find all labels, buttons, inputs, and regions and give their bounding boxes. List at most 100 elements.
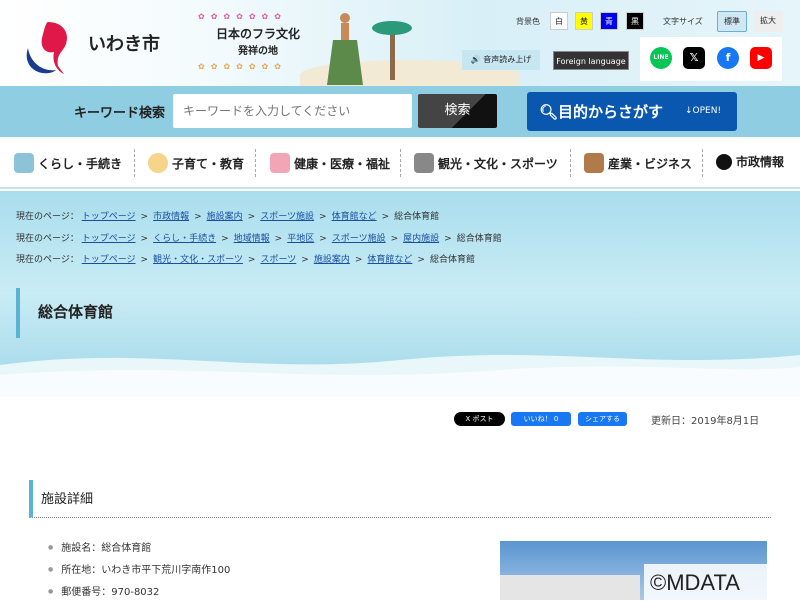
breadcrumb-link[interactable]: スポーツ — [260, 255, 296, 265]
breadcrumb-link[interactable]: 地域情報 — [234, 234, 270, 244]
breadcrumb-link[interactable]: トップページ — [82, 255, 136, 265]
breadcrumb-link[interactable]: 市政情報 — [153, 212, 189, 222]
bg-white-button[interactable]: 白 — [550, 12, 568, 30]
wave-decoration — [0, 355, 800, 397]
chevron-right-icon: > — [354, 255, 363, 265]
chevron-right-icon: > — [140, 234, 149, 244]
breadcrumb-link[interactable]: 体育館など — [367, 255, 412, 265]
x-icon[interactable]: 𝕏 — [683, 47, 705, 69]
section-heading: 施設詳細 — [29, 480, 771, 518]
breadcrumb-prefix: 現在のページ： — [16, 234, 79, 244]
voice-reader-button[interactable]: 🔊 音声読み上げ — [462, 50, 540, 70]
magnifier-icon: 🔍︎ — [539, 103, 559, 121]
updated-date: 更新日：2019年8月1日 — [651, 416, 760, 427]
keyword-search-input[interactable] — [173, 94, 412, 128]
nav-living[interactable]: くらし・手続き — [14, 153, 122, 173]
nav-tourism[interactable]: 観光・文化・スポーツ — [414, 153, 558, 173]
logo-text: いわき市 — [88, 34, 160, 55]
breadcrumb: 現在のページ： トップページ > 市政情報 > 施設案内 > スポーツ施設 > 体育館など > 総合… — [16, 209, 439, 222]
city-logo[interactable] — [26, 18, 80, 76]
font-standard-button[interactable]: 標準 — [717, 11, 747, 32]
detail-item: 郵便番号：970-8032 — [48, 583, 159, 598]
global-nav: くらし・手続き 子育て・教育 健康・医療・福祉 観光・文化・スポーツ 産業・ビジ… — [0, 137, 800, 189]
nav-city-admin[interactable]: 市政情報 — [716, 153, 784, 170]
keyword-search-label: キーワード検索 — [74, 106, 166, 121]
chevron-right-icon: > — [319, 234, 327, 244]
breadcrumb-link[interactable]: 屋内施設 — [403, 234, 439, 244]
palm-tree-illustration — [372, 21, 412, 80]
chevron-right-icon: > — [381, 212, 390, 222]
breadcrumb: 現在のページ： トップページ > 観光・文化・スポーツ > スポーツ > 施設案内 > 体育館な… — [16, 252, 475, 265]
breadcrumb-link[interactable]: トップページ — [82, 212, 136, 222]
font-large-button[interactable]: 拡大 — [753, 11, 783, 32]
breadcrumb-link[interactable]: 観光・文化・スポーツ — [153, 255, 243, 265]
chevron-right-icon: > — [247, 212, 256, 222]
hula-banner: 日本のフラ文化 発祥の地 — [208, 26, 308, 60]
chevron-right-icon: > — [444, 234, 452, 244]
breadcrumb-prefix: 現在のページ： — [16, 212, 79, 222]
facebook-icon[interactable]: f — [717, 47, 739, 69]
breadcrumb-current: 総合体育館 — [456, 234, 502, 244]
social-links: LINE 𝕏 f ▶ — [640, 37, 782, 81]
youtube-icon[interactable]: ▶ — [750, 47, 772, 69]
city-mark-icon — [716, 153, 732, 170]
page-title: 総合体育館 — [38, 303, 114, 321]
chevron-right-icon: > — [140, 255, 149, 265]
chevron-right-icon: > — [319, 212, 327, 222]
breadcrumb: 現在のページ： トップページ > くらし・手続き > 地域情報 > 平地区 > スポーツ施設 > 屋… — [16, 231, 502, 244]
line-icon[interactable]: LINE — [650, 47, 672, 69]
breadcrumb-prefix: 現在のページ： — [16, 255, 79, 265]
purpose-label: 目的からさがす — [558, 103, 664, 121]
bg-color-label: 背景色 — [516, 17, 540, 26]
chevron-right-icon: > — [390, 234, 399, 244]
x-post-button[interactable]: X ポスト — [454, 412, 505, 426]
chevron-right-icon: > — [301, 255, 309, 265]
watermark: ©MDATA — [644, 564, 800, 600]
breadcrumb-link[interactable]: 施設案内 — [207, 212, 243, 222]
bg-yellow-button[interactable]: 黄 — [575, 12, 593, 30]
breadcrumb-link[interactable]: トップページ — [82, 234, 136, 244]
purpose-search-button[interactable]: 🔍︎目的からさがす ↓OPEN! — [527, 92, 737, 131]
breadcrumb-link[interactable]: 施設案内 — [314, 255, 350, 265]
heart-hand-icon — [270, 153, 290, 173]
breadcrumb-link[interactable]: くらし・手続き — [153, 234, 216, 244]
house-icon — [14, 153, 34, 173]
banner-line2: 発祥の地 — [238, 46, 278, 57]
breadcrumb-link[interactable]: 平地区 — [287, 234, 314, 244]
nav-childcare[interactable]: 子育て・教育 — [148, 153, 244, 173]
bg-blue-button[interactable]: 青 — [600, 12, 618, 30]
detail-item: 所在地：いわき市平下荒川字南作100 — [48, 561, 230, 576]
open-label: ↓OPEN! — [685, 106, 722, 116]
breadcrumb-link[interactable]: スポーツ施設 — [332, 234, 386, 244]
chevron-right-icon: > — [247, 255, 256, 265]
facebook-like-button[interactable]: いいね！ 0 — [511, 412, 571, 426]
chevron-right-icon: > — [194, 212, 202, 222]
breadcrumb-current: 総合体育館 — [394, 212, 440, 222]
foreign-language-button[interactable]: Foreign language — [553, 51, 629, 70]
camera-icon — [414, 153, 434, 173]
briefcase-icon — [584, 153, 604, 173]
flower-decoration: ✿✿✿✿✿✿✿ — [198, 62, 287, 71]
breadcrumb-current: 総合体育館 — [429, 255, 475, 265]
child-icon — [148, 153, 168, 173]
banner-line1: 日本のフラ文化 — [215, 27, 300, 41]
chevron-right-icon: > — [274, 234, 283, 244]
search-button[interactable]: 検索 — [418, 94, 497, 128]
breadcrumb-link[interactable]: スポーツ施設 — [260, 212, 314, 222]
chevron-right-icon: > — [140, 212, 149, 222]
voice-label: 音声読み上げ — [483, 55, 532, 64]
page-title-box: 総合体育館 — [16, 288, 800, 338]
detail-item: 施設名：総合体育館 — [48, 539, 151, 554]
site-header: いわき市 ✿✿✿✿✿✿✿ ✿✿✿✿✿✿✿ 日本のフラ文化 発祥の地 背景色 白 黄… — [0, 0, 800, 90]
flower-decoration: ✿✿✿✿✿✿✿ — [198, 12, 287, 21]
facebook-share-button[interactable]: シェアする — [578, 412, 627, 426]
nav-business[interactable]: 産業・ビジネス — [584, 153, 692, 173]
section-title: 施設詳細 — [41, 492, 94, 507]
chevron-right-icon: > — [417, 255, 425, 265]
breadcrumb-link[interactable]: 体育館など — [332, 212, 377, 222]
speaker-icon: 🔊 — [470, 55, 481, 64]
nav-health[interactable]: 健康・医療・福祉 — [270, 153, 390, 173]
font-size-label: 文字サイズ — [663, 17, 703, 26]
bg-black-button[interactable]: 黒 — [626, 12, 644, 30]
hula-dancer-illustration — [327, 13, 363, 85]
